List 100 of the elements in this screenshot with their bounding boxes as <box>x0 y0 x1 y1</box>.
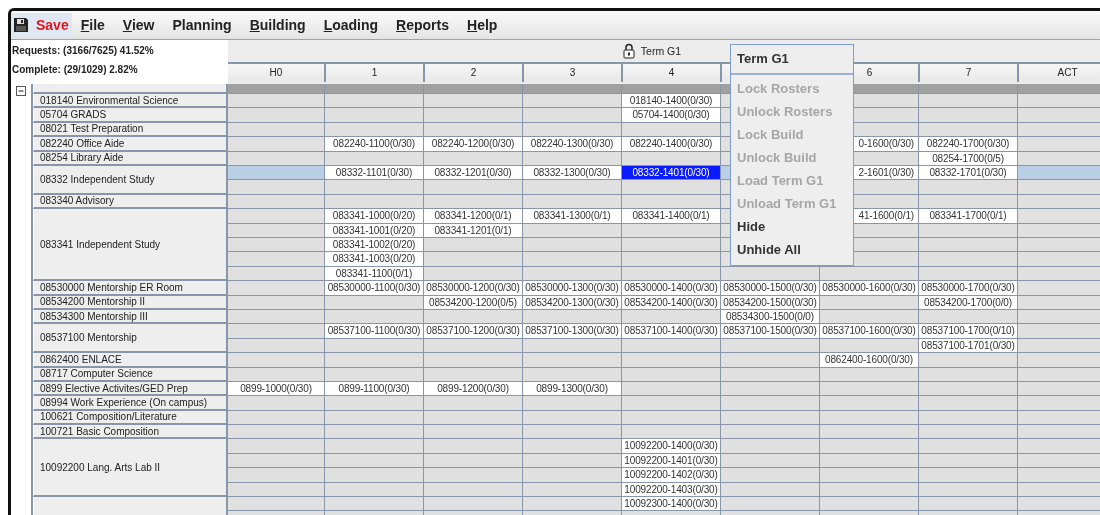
table-cell[interactable]: 08537100-1500(0/30) <box>720 324 819 339</box>
table-cell[interactable] <box>1017 209 1100 224</box>
table-cell[interactable] <box>423 108 522 123</box>
table-cell[interactable] <box>324 497 423 512</box>
column-header[interactable]: 3 <box>522 64 621 82</box>
menu-item[interactable]: Help <box>458 13 507 37</box>
table-cell[interactable] <box>720 425 819 440</box>
table-cell[interactable] <box>423 94 522 109</box>
table-cell[interactable] <box>621 353 720 368</box>
table-cell[interactable] <box>324 108 423 123</box>
table-cell[interactable]: 083341-1400(0/1) <box>621 209 720 224</box>
column-header[interactable]: 4 <box>621 64 720 82</box>
table-cell[interactable] <box>621 252 720 267</box>
table-cell[interactable] <box>228 252 324 267</box>
table-cell[interactable] <box>1017 108 1100 123</box>
table-cell[interactable] <box>720 439 819 454</box>
table-cell[interactable]: 08530000-1600(0/30) <box>819 281 918 296</box>
table-cell[interactable]: 08537100-1400(0/30) <box>621 324 720 339</box>
table-cell[interactable]: 08530000-1200(0/30) <box>423 281 522 296</box>
table-cell[interactable] <box>228 439 324 454</box>
table-cell[interactable] <box>918 439 1017 454</box>
table-cell[interactable] <box>522 425 621 440</box>
table-cell[interactable]: 083341-1003(0/20) <box>324 252 423 267</box>
menu-item[interactable]: Reports <box>387 13 459 37</box>
table-cell[interactable] <box>228 353 324 368</box>
table-cell[interactable] <box>621 180 720 195</box>
table-cell[interactable] <box>423 497 522 512</box>
table-cell[interactable] <box>228 468 324 483</box>
table-cell[interactable] <box>228 94 324 109</box>
table-cell[interactable]: 10092200-1402(0/30) <box>621 468 720 483</box>
table-cell[interactable]: 08537100-1600(0/30) <box>819 324 918 339</box>
menu-item[interactable]: Planning <box>163 13 241 37</box>
table-cell[interactable] <box>1017 439 1100 454</box>
table-cell[interactable] <box>324 425 423 440</box>
table-cell[interactable] <box>228 425 324 440</box>
column-header[interactable]: 7 <box>918 64 1017 82</box>
table-cell[interactable] <box>918 497 1017 512</box>
table-cell[interactable]: 10092200-1400(0/30) <box>621 439 720 454</box>
table-cell[interactable] <box>918 252 1017 267</box>
table-cell[interactable] <box>324 180 423 195</box>
table-cell[interactable] <box>522 497 621 512</box>
table-cell[interactable] <box>228 180 324 195</box>
table-cell[interactable] <box>819 497 918 512</box>
table-cell[interactable] <box>522 439 621 454</box>
table-cell[interactable]: 083341-1200(0/1) <box>423 209 522 224</box>
table-cell[interactable] <box>720 396 819 411</box>
table-cell[interactable] <box>228 281 324 296</box>
table-cell[interactable] <box>324 94 423 109</box>
table-cell[interactable] <box>621 425 720 440</box>
table-cell[interactable]: 10092300-1400(0/30) <box>621 497 720 512</box>
table-cell[interactable] <box>918 396 1017 411</box>
table-cell[interactable] <box>522 353 621 368</box>
table-cell[interactable]: 082240-1400(0/30) <box>621 137 720 152</box>
table-cell[interactable]: 083341-1700(0/1) <box>918 209 1017 224</box>
table-cell[interactable] <box>324 439 423 454</box>
table-cell[interactable] <box>1017 94 1100 109</box>
table-cell[interactable] <box>423 425 522 440</box>
table-cell[interactable]: 08537100-1700(0/10) <box>918 324 1017 339</box>
table-cell[interactable] <box>423 180 522 195</box>
table-cell[interactable] <box>819 468 918 483</box>
table-cell[interactable] <box>423 252 522 267</box>
table-cell[interactable] <box>819 439 918 454</box>
table-cell[interactable] <box>324 396 423 411</box>
table-cell[interactable] <box>621 396 720 411</box>
table-cell[interactable] <box>324 468 423 483</box>
table-cell[interactable] <box>1017 468 1100 483</box>
table-cell[interactable]: 08537100-1300(0/30) <box>522 324 621 339</box>
column-header[interactable]: H0 <box>228 64 324 82</box>
table-cell[interactable]: 0862400-1600(0/30) <box>819 353 918 368</box>
table-cell[interactable] <box>918 180 1017 195</box>
menu-item[interactable]: View <box>113 13 164 37</box>
table-cell[interactable] <box>918 468 1017 483</box>
table-cell[interactable] <box>918 108 1017 123</box>
column-header[interactable]: 2 <box>423 64 522 82</box>
table-cell[interactable] <box>720 353 819 368</box>
table-cell[interactable]: 05704-1400(0/30) <box>621 108 720 123</box>
table-cell[interactable]: 08530000-1700(0/30) <box>918 281 1017 296</box>
column-header[interactable]: 1 <box>324 64 423 82</box>
table-cell[interactable]: 083341-1000(0/20) <box>324 209 423 224</box>
table-cell[interactable] <box>228 137 324 152</box>
table-cell[interactable] <box>423 353 522 368</box>
table-cell[interactable] <box>918 353 1017 368</box>
table-cell[interactable] <box>228 108 324 123</box>
table-cell[interactable] <box>522 252 621 267</box>
table-cell[interactable] <box>720 468 819 483</box>
table-cell[interactable]: 082240-1300(0/30) <box>522 137 621 152</box>
table-cell[interactable] <box>1017 497 1100 512</box>
table-cell[interactable] <box>1017 324 1100 339</box>
table-cell[interactable] <box>819 425 918 440</box>
menu-item[interactable]: Loading <box>314 13 388 37</box>
table-cell[interactable]: 08530000-1100(0/30) <box>324 281 423 296</box>
table-cell[interactable]: 08537100-1100(0/30) <box>324 324 423 339</box>
menu-item[interactable]: File <box>71 13 114 37</box>
table-cell[interactable] <box>1017 425 1100 440</box>
table-cell[interactable] <box>918 425 1017 440</box>
table-cell[interactable] <box>1017 180 1100 195</box>
table-cell[interactable]: 082240-1100(0/30) <box>324 137 423 152</box>
table-cell[interactable] <box>1017 281 1100 296</box>
table-cell[interactable]: 08537100-1200(0/30) <box>423 324 522 339</box>
table-cell[interactable] <box>918 94 1017 109</box>
